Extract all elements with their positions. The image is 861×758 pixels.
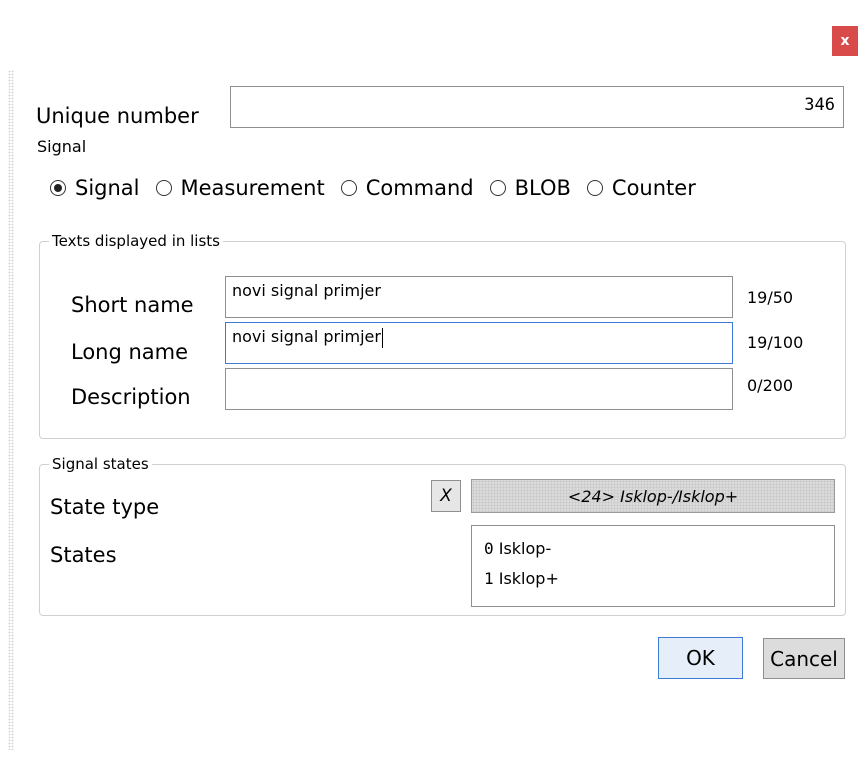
state-name: Isklop- (498, 539, 552, 558)
radio-counter[interactable]: Counter (586, 176, 696, 200)
close-button[interactable]: x (832, 26, 858, 56)
radio-blob-label: BLOB (514, 176, 571, 200)
clear-state-type-button[interactable]: X (431, 480, 461, 512)
short-name-label: Short name (71, 293, 194, 317)
state-type-select-button[interactable]: <24> Isklop-/Isklop+ (471, 479, 835, 513)
state-item: 0 Isklop- (484, 534, 834, 564)
radio-blob[interactable]: BLOB (489, 176, 571, 200)
unique-number-field[interactable]: 346 (230, 86, 844, 128)
state-number: 0 (484, 539, 494, 558)
radio-measurement[interactable]: Measurement (155, 176, 325, 200)
signal-type-group-label: Signal (37, 137, 87, 156)
close-icon: x (840, 33, 850, 49)
radio-command[interactable]: Command (340, 176, 474, 200)
radio-counter-circle[interactable] (586, 180, 603, 196)
cancel-button[interactable]: Cancel (763, 638, 845, 679)
state-name: Isklop+ (498, 569, 559, 588)
state-type-label: State type (50, 495, 160, 519)
ok-button[interactable]: OK (658, 637, 743, 679)
radio-counter-label: Counter (611, 176, 696, 200)
short-name-input[interactable]: novi signal primjer (225, 276, 733, 318)
texts-group-title: Texts displayed in lists (49, 232, 223, 250)
radio-measurement-label: Measurement (180, 176, 325, 200)
long-name-counter: 19/100 (747, 333, 804, 352)
state-type-value: <24> Isklop-/Isklop+ (567, 486, 739, 506)
signal-type-radio-group: Signal Measurement Command BLOB Counter (50, 176, 696, 200)
unique-number-label: Unique number (36, 104, 199, 128)
radio-signal-circle[interactable] (50, 180, 66, 196)
state-item: 1 Isklop+ (484, 564, 834, 594)
radio-measurement-circle[interactable] (155, 180, 172, 196)
long-name-label: Long name (71, 340, 189, 364)
radio-signal-label: Signal (75, 176, 140, 200)
long-name-input[interactable]: novi signal primjer (225, 322, 733, 364)
radio-command-label: Command (365, 176, 474, 200)
long-name-input-value: novi signal primjer (232, 327, 381, 346)
description-label: Description (71, 385, 191, 409)
window-edge-border (8, 70, 14, 750)
text-cursor (381, 327, 383, 348)
radio-blob-circle[interactable] (489, 180, 506, 196)
states-list[interactable]: 0 Isklop- 1 Isklop+ (471, 525, 835, 607)
clear-icon: X (440, 486, 452, 506)
signal-states-group-title: Signal states (49, 455, 152, 473)
description-input[interactable] (225, 368, 733, 410)
short-name-counter: 19/50 (747, 288, 794, 307)
description-counter: 0/200 (747, 376, 794, 395)
radio-signal[interactable]: Signal (50, 176, 140, 200)
states-label: States (50, 543, 117, 567)
radio-command-circle[interactable] (340, 180, 357, 196)
state-number: 1 (484, 569, 494, 588)
